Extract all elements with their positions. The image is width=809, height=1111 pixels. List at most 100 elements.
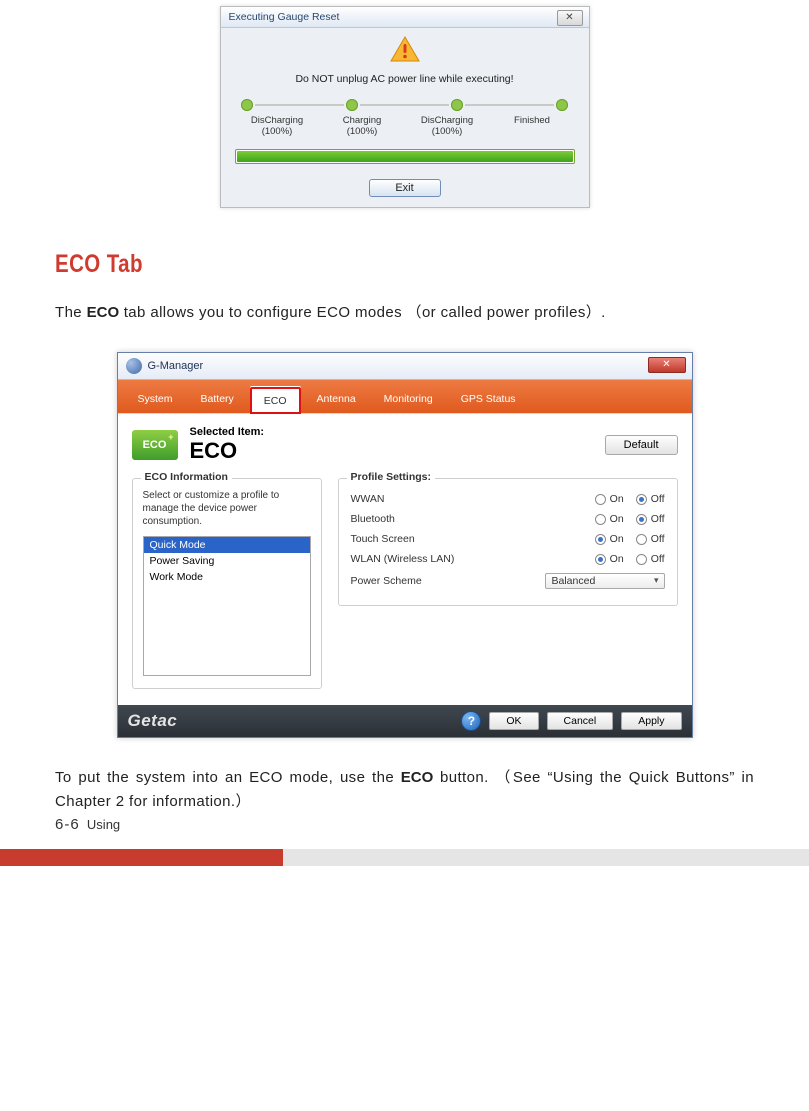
help-button[interactable]: ?: [461, 711, 481, 731]
document-content: ECO Tab The ECO tab allows you to config…: [0, 250, 809, 813]
paragraph-2: To put the system into an ECO mode, use …: [55, 766, 754, 813]
p2-text-before: To put the system into an ECO mode, use …: [55, 769, 401, 786]
profile-settings-title: Profile Settings:: [347, 471, 436, 483]
tab-battery[interactable]: Battery: [189, 387, 246, 414]
off-label: Off: [651, 553, 665, 565]
radio-icon: [636, 514, 647, 525]
radio-icon: [595, 534, 606, 545]
step-connector: [360, 104, 449, 106]
eco-information-title: ECO Information: [141, 471, 232, 483]
selected-item-label: Selected Item:: [190, 426, 265, 438]
default-button[interactable]: Default: [605, 435, 678, 455]
progress-bar-fill: [237, 151, 573, 162]
gmanager-footer: Getac ? OK Cancel Apply: [118, 705, 692, 737]
bt-on-option[interactable]: On: [595, 513, 624, 525]
paragraph-1: The ECO tab allows you to configure ECO …: [55, 301, 754, 324]
warning-icon: [390, 36, 420, 62]
setting-name: WLAN (Wireless LAN): [351, 553, 583, 565]
footer-bar-red: [0, 849, 283, 866]
gauge-reset-dialog-container: Executing Gauge Reset ✕ Do NOT unplug AC…: [0, 0, 809, 208]
warning-text: Do NOT unplug AC power line while execut…: [235, 73, 575, 85]
tab-antenna[interactable]: Antenna: [305, 387, 368, 414]
off-label: Off: [651, 493, 665, 505]
p1-text-after: tab allows you to configure ECO modes （o…: [119, 304, 606, 321]
settings-columns: ECO Information Select or customize a pr…: [132, 478, 678, 689]
tab-bar: System Battery ECO Antenna Monitoring GP…: [118, 380, 692, 413]
gmanager-dialog-wrap: G-Manager ✕ System Battery ECO Antenna M…: [55, 352, 754, 738]
step-node: [556, 99, 568, 111]
gmanager-dialog: G-Manager ✕ System Battery ECO Antenna M…: [117, 352, 693, 738]
tab-system[interactable]: System: [126, 387, 185, 414]
bt-off-option[interactable]: Off: [636, 513, 665, 525]
footer-bar-grey: [283, 849, 809, 866]
off-label: Off: [651, 513, 665, 525]
wwan-on-option[interactable]: On: [595, 493, 624, 505]
eco-information-desc: Select or customize a profile to manage …: [143, 489, 311, 528]
on-label: On: [610, 553, 624, 565]
touch-on-option[interactable]: On: [595, 533, 624, 545]
close-button[interactable]: ✕: [557, 10, 583, 26]
wlan-off-option[interactable]: Off: [636, 553, 665, 565]
setting-name: Touch Screen: [351, 533, 583, 545]
profile-item[interactable]: Power Saving: [144, 553, 310, 569]
cancel-button[interactable]: Cancel: [547, 712, 614, 730]
profile-item[interactable]: Work Mode: [144, 569, 310, 585]
page-section-label: Using: [87, 817, 120, 832]
radio-icon: [595, 494, 606, 505]
wwan-off-option[interactable]: Off: [636, 493, 665, 505]
gauge-reset-body: Do NOT unplug AC power line while execut…: [221, 28, 589, 207]
getac-logo: Getac: [128, 711, 178, 731]
step-node: [241, 99, 253, 111]
setting-row-touch: Touch Screen On Off: [349, 529, 667, 549]
wlan-on-option[interactable]: On: [595, 553, 624, 565]
setting-name: Power Scheme: [351, 575, 545, 587]
step-label: DisCharging (100%): [235, 115, 320, 137]
setting-row-scheme: Power Scheme Balanced: [349, 569, 667, 593]
gauge-reset-title: Executing Gauge Reset: [229, 11, 340, 23]
step-label: Charging (100%): [320, 115, 405, 137]
close-button[interactable]: ✕: [648, 357, 686, 373]
setting-row-wlan: WLAN (Wireless LAN) On Off: [349, 549, 667, 569]
setting-name: WWAN: [351, 493, 583, 505]
footer-decoration: [0, 849, 809, 866]
progress-steps: [235, 99, 575, 111]
apply-button[interactable]: Apply: [621, 712, 681, 730]
gauge-reset-titlebar: Executing Gauge Reset ✕: [221, 7, 589, 28]
profile-list[interactable]: Quick Mode Power Saving Work Mode: [143, 536, 311, 676]
touch-off-option[interactable]: Off: [636, 533, 665, 545]
app-icon: [126, 358, 142, 374]
tab-monitoring[interactable]: Monitoring: [372, 387, 445, 414]
step-label: DisCharging (100%): [405, 115, 490, 137]
on-label: On: [610, 513, 624, 525]
setting-row-wwan: WWAN On Off: [349, 489, 667, 509]
radio-icon: [595, 554, 606, 565]
off-label: Off: [651, 533, 665, 545]
power-scheme-select[interactable]: Balanced: [545, 573, 665, 589]
gauge-reset-buttons: Exit: [235, 178, 575, 197]
eco-information-group: ECO Information Select or customize a pr…: [132, 478, 322, 689]
page-number: 6-6: [55, 816, 80, 833]
profile-item[interactable]: Quick Mode: [144, 537, 310, 553]
warning-icon-row: [235, 36, 575, 67]
step-connector: [465, 104, 554, 106]
progress-bar: [235, 149, 575, 164]
radio-icon: [636, 494, 647, 505]
step-connector: [255, 104, 344, 106]
profile-settings-group: Profile Settings: WWAN On Off Bluetooth …: [338, 478, 678, 606]
p2-bold-eco: ECO: [401, 769, 434, 786]
setting-name: Bluetooth: [351, 513, 583, 525]
exit-button[interactable]: Exit: [369, 179, 441, 197]
step-node: [346, 99, 358, 111]
p1-bold-eco: ECO: [87, 304, 120, 321]
ok-button[interactable]: OK: [489, 712, 538, 730]
on-label: On: [610, 533, 624, 545]
page-footer: 6-6 Using: [55, 816, 120, 833]
on-label: On: [610, 493, 624, 505]
section-heading: ECO Tab: [55, 250, 628, 279]
radio-icon: [636, 534, 647, 545]
gmanager-body: ECO Selected Item: ECO Default ECO Infor…: [118, 413, 692, 705]
radio-icon: [636, 554, 647, 565]
progress-step-labels: DisCharging (100%) Charging (100%) DisCh…: [235, 115, 575, 137]
tab-gps-status[interactable]: GPS Status: [449, 387, 528, 414]
tab-eco[interactable]: ECO: [250, 387, 301, 414]
